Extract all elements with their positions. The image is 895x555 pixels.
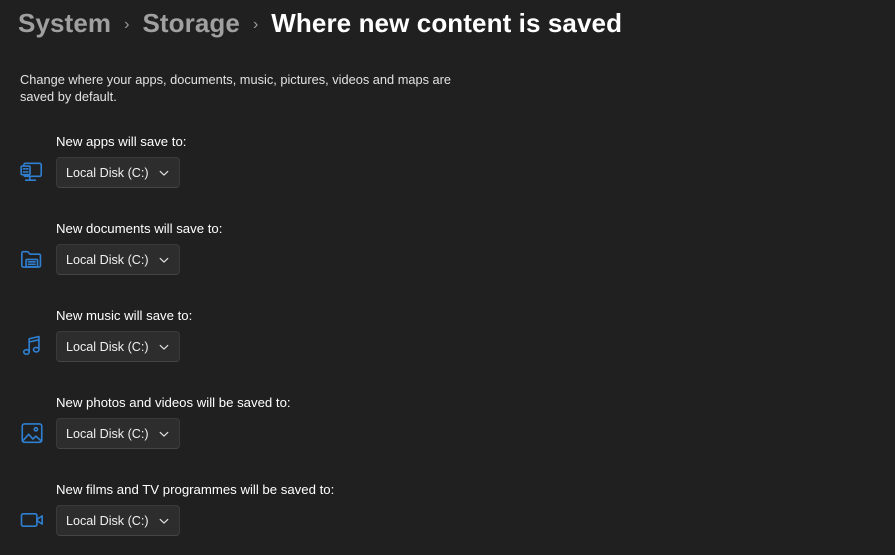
dropdown-apps-value: Local Disk (C:) xyxy=(66,165,149,180)
breadcrumb-item-storage[interactable]: Storage xyxy=(142,8,240,39)
picture-icon xyxy=(17,418,47,448)
chevron-right-icon: › xyxy=(124,16,130,33)
setting-label-films-tv: New films and TV programmes will be save… xyxy=(56,482,335,497)
dropdown-music-location[interactable]: Local Disk (C:) xyxy=(56,331,180,362)
dropdown-films-tv-location[interactable]: Local Disk (C:) xyxy=(56,505,180,536)
chevron-down-icon xyxy=(159,170,169,176)
dropdown-photos-videos-value: Local Disk (C:) xyxy=(66,426,149,441)
settings-page: System › Storage › Where new content is … xyxy=(0,0,895,555)
dropdown-documents-location[interactable]: Local Disk (C:) xyxy=(56,244,180,275)
setting-row-films-tv: New films and TV programmes will be save… xyxy=(0,474,895,555)
chevron-down-icon xyxy=(159,518,169,524)
breadcrumb-item-system[interactable]: System xyxy=(18,8,111,39)
setting-label-documents: New documents will save to: xyxy=(56,221,223,236)
dropdown-films-tv-value: Local Disk (C:) xyxy=(66,513,149,528)
chevron-right-icon: › xyxy=(252,16,259,33)
setting-label-photos-videos: New photos and videos will be saved to: xyxy=(56,395,291,410)
video-camera-icon xyxy=(17,505,47,535)
breadcrumb: System › Storage › Where new content is … xyxy=(18,8,622,39)
settings-list: New apps will save to: Local Disk (C:) N xyxy=(0,126,895,555)
setting-row-photos-videos: New photos and videos will be saved to: … xyxy=(0,387,895,474)
setting-row-documents: New documents will save to: Local Disk (… xyxy=(0,213,895,300)
dropdown-photos-videos-location[interactable]: Local Disk (C:) xyxy=(56,418,180,449)
chevron-down-icon xyxy=(159,431,169,437)
dropdown-apps-location[interactable]: Local Disk (C:) xyxy=(56,157,180,188)
setting-row-music: New music will save to: Local Disk (C:) xyxy=(0,300,895,387)
setting-row-apps: New apps will save to: Local Disk (C:) xyxy=(0,126,895,213)
setting-label-apps: New apps will save to: xyxy=(56,134,187,149)
dropdown-music-value: Local Disk (C:) xyxy=(66,339,149,354)
dropdown-documents-value: Local Disk (C:) xyxy=(66,252,149,267)
page-description: Change where your apps, documents, music… xyxy=(20,72,452,104)
monitor-apps-icon xyxy=(17,157,47,187)
music-note-icon xyxy=(17,331,47,361)
chevron-down-icon xyxy=(159,257,169,263)
setting-label-music: New music will save to: xyxy=(56,308,193,323)
folder-documents-icon xyxy=(17,244,47,274)
page-title: Where new content is saved xyxy=(271,8,623,38)
chevron-down-icon xyxy=(159,344,169,350)
